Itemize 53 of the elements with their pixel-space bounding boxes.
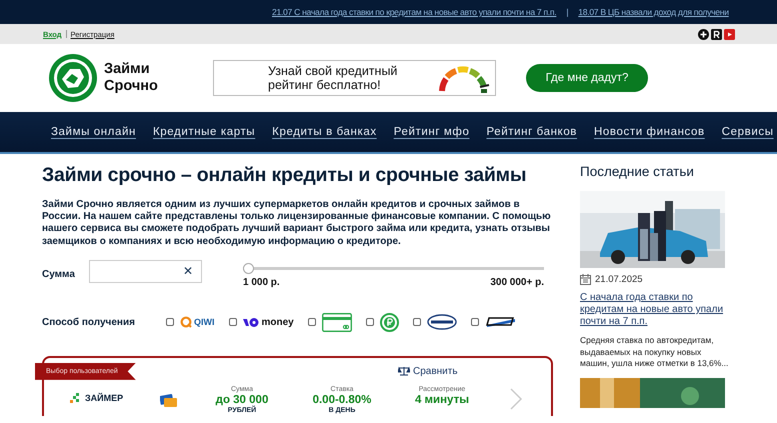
compare-button[interactable]: Сравнить (398, 366, 458, 377)
nav-link[interactable]: Рейтинг банков (486, 126, 578, 138)
nav-link[interactable]: Кредиты в банках (272, 126, 377, 138)
bank-card-icon (322, 312, 352, 332)
unistream-logo-icon (426, 314, 457, 330)
method-checkbox[interactable] (228, 318, 236, 326)
offer-column-value: до 30 000 (216, 394, 268, 406)
contact-logo-icon (484, 316, 517, 328)
bank-cards-icon (160, 394, 178, 408)
news-ticker-link[interactable]: 21.07 С начала года ставки по кредитам на новые авто упали почти на 7 п.п. (272, 7, 556, 17)
ticker-separator: | (566, 7, 568, 17)
logo-text[interactable]: Займи Срочно (104, 61, 158, 95)
ruble-coin-icon (380, 312, 399, 332)
video-play-icon[interactable] (724, 28, 735, 40)
banner-text: Узнай свой кредитный рейтинг бесплатно! (268, 64, 398, 92)
method-checkbox[interactable] (308, 318, 316, 326)
method-checkbox[interactable] (366, 318, 374, 326)
news-ticker-link[interactable]: 18.07 В ЦБ назвали доход для получени (578, 7, 729, 17)
lender-name: ЗАЙМЕР (85, 392, 124, 403)
nav-link[interactable]: Кредитные карты (152, 126, 256, 138)
article-excerpt: Средняя ставка по автокредитам, выдаваемых на покупку новых машин, ушла ниже отметки в 13,6%... (580, 335, 730, 370)
amount-label: Сумма (42, 268, 76, 280)
method-checkbox[interactable] (166, 318, 174, 326)
method-label: Способ получения (42, 316, 136, 328)
method-checkbox[interactable] (470, 318, 479, 326)
lender-logo-icon (70, 392, 82, 404)
nav-link[interactable]: Новости финансов (594, 126, 705, 138)
nav-link[interactable]: Рейтинг мфо (394, 126, 470, 138)
article-link[interactable]: С начала года ставки по кредитам на новые авто упали почти на 7 п.п. (580, 292, 730, 328)
calendar-icon (580, 274, 591, 285)
method-checkbox[interactable] (412, 318, 421, 326)
r-square-icon[interactable] (711, 28, 722, 40)
plus-icon[interactable] (698, 28, 709, 40)
max-amount-label: 300 000+ р. (490, 276, 544, 288)
money-logo-text: money (262, 316, 294, 328)
page-title: Займи срочно – онлайн кредиты и срочные займы (42, 164, 528, 187)
intro-paragraph: Займи Срочно является одним из лучших супермаркетов онлайн кредитов и срочных займов в России. На нашем сайте представлены только лицензированные финансовые компании. С помощью нашего сервиса вы сможете подобрать лучший вариант быстрого займа или кредита, узнать отзывы заемщиков о компаниях и всю необходимую информацию о кредиторе. (42, 199, 552, 248)
nav-link[interactable]: Займы онлайн (51, 126, 136, 138)
qiwi-ring-icon (180, 316, 192, 328)
min-amount-label: 1 000 р. (243, 276, 280, 288)
nav-link[interactable]: Сервисы (722, 126, 774, 138)
qiwi-logo-text: QIWI (194, 317, 214, 328)
clear-button[interactable]: ✕ (183, 264, 193, 278)
amount-input-field[interactable]: ✕ (89, 260, 202, 283)
scales-icon (398, 366, 410, 376)
sidebar-title: Последние статьи (580, 164, 695, 179)
credit-rating-banner[interactable]: Узнай свой кредитный рейтинг бесплатно! (213, 60, 496, 96)
where-approved-button[interactable]: Где мне дадут? (526, 64, 648, 92)
offer-column-value: 4 минуты (414, 394, 470, 406)
money-logo-icon (242, 318, 258, 327)
offer-column-value: 0.00-0.80% (312, 394, 372, 406)
article-date: 21.07.2025 (595, 274, 643, 285)
slider-thumb[interactable] (243, 262, 254, 274)
